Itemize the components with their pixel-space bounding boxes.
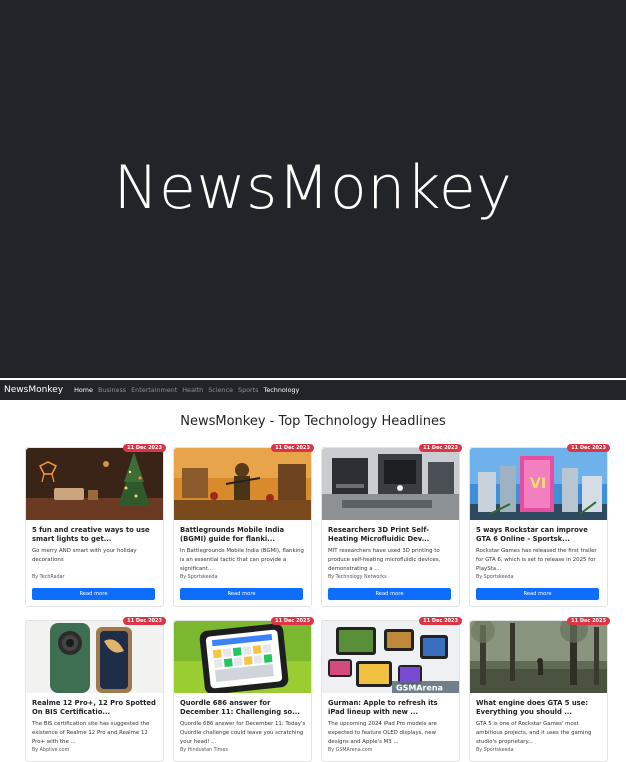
news-title: 5 fun and creative ways to use smart lig… bbox=[32, 526, 150, 543]
date-badge: 11 Dec 2023 bbox=[567, 444, 610, 452]
news-image[interactable] bbox=[322, 448, 459, 520]
hero-banner: NewsMonkey bbox=[0, 0, 626, 378]
news-source: By Technology Networks bbox=[328, 575, 387, 580]
news-card: 11 Dec 2023 Battlegrounds Mobile India (… bbox=[173, 444, 314, 607]
news-source: By Sportskeeda bbox=[476, 748, 514, 753]
nav-link-health[interactable]: Health bbox=[182, 386, 203, 394]
read-more-button[interactable]: Read more bbox=[328, 588, 451, 600]
news-title: What engine does GTA 5 use: Everything y… bbox=[476, 699, 589, 716]
read-more-button[interactable]: Read more bbox=[476, 588, 599, 600]
news-description: Quordle 686 answer for December 11: Toda… bbox=[180, 721, 306, 745]
date-badge: 11 Dec 2023 bbox=[271, 617, 314, 625]
date-badge: 11 Dec 2023 bbox=[123, 617, 166, 625]
nav-link-science[interactable]: Science bbox=[208, 386, 233, 394]
news-source: By Sportskeeda bbox=[180, 575, 218, 580]
read-more-button[interactable]: Read more bbox=[180, 588, 303, 600]
news-card: 11 Dec 2023 Researchers 3D Print Self-He… bbox=[321, 444, 462, 607]
date-badge: 11 Dec 2023 bbox=[419, 617, 462, 625]
news-description: The upcoming 2024 iPad Pro models are ex… bbox=[328, 721, 437, 745]
svg-text:VI: VI bbox=[530, 476, 546, 492]
read-more-button[interactable]: Read more bbox=[32, 588, 155, 600]
navbar-brand[interactable]: NewsMonkey bbox=[4, 385, 63, 395]
nav-link-sports[interactable]: Sports bbox=[238, 386, 259, 394]
news-description: MIT researchers have used 3D printing to… bbox=[328, 548, 441, 572]
news-image[interactable] bbox=[26, 448, 163, 520]
news-image[interactable] bbox=[174, 621, 311, 693]
news-image[interactable]: GSMArena bbox=[322, 621, 459, 693]
date-badge: 11 Dec 2023 bbox=[567, 617, 610, 625]
news-title: Realme 12 Pro+, 12 Pro Spotted On BIS Ce… bbox=[32, 699, 156, 716]
news-title: Researchers 3D Print Self-Heating Microf… bbox=[328, 526, 430, 543]
news-description: In Battlegrounds Mobile India (BGMI), fl… bbox=[180, 548, 304, 572]
news-card: 11 Dec 2023 Realme 12 Pro+, 12 Pro Spott… bbox=[25, 617, 166, 762]
news-image[interactable] bbox=[470, 621, 607, 693]
news-source: By TechRadar bbox=[32, 575, 65, 580]
hero-title: NewsMonkey bbox=[113, 153, 513, 223]
news-title: Gurman: Apple to refresh its iPad lineup… bbox=[328, 699, 438, 716]
news-card: 11 Dec 2023 What engine does GTA 5 use: … bbox=[469, 617, 610, 762]
news-image[interactable] bbox=[26, 621, 163, 693]
date-badge: 11 Dec 2023 bbox=[271, 444, 314, 452]
news-image[interactable]: VI bbox=[470, 448, 607, 520]
news-title: Battlegrounds Mobile India (BGMI) guide … bbox=[180, 526, 285, 543]
nav-link-technology[interactable]: Technology bbox=[264, 386, 300, 394]
news-description: GTA 5 is one of Rockstar Games' most amb… bbox=[476, 721, 592, 745]
news-card: 11 Dec 2023 Quordle 686 answer for Decem… bbox=[173, 617, 314, 762]
news-card: 11 Dec 2023 VI 5 ways Rockstar can impro… bbox=[469, 444, 610, 607]
news-source: By GSMArena.com bbox=[328, 748, 373, 753]
nav-link-entertainment[interactable]: Entertainment bbox=[131, 386, 177, 394]
date-badge: 11 Dec 2023 bbox=[123, 444, 166, 452]
gsmarena-watermark: GSMArena bbox=[396, 684, 443, 693]
news-description: Rockstar Games has released the first tr… bbox=[476, 548, 597, 572]
nav-link-home[interactable]: Home bbox=[74, 386, 93, 394]
date-badge: 11 Dec 2023 bbox=[419, 444, 462, 452]
news-source: By Sportskeeda bbox=[476, 575, 514, 580]
news-description: The BIS certification site has suggested… bbox=[32, 721, 150, 745]
news-image[interactable] bbox=[174, 448, 311, 520]
news-description: Go merry AND smart with your holiday dec… bbox=[32, 548, 137, 563]
news-card: 11 Dec 2023 5 fun and creative ways to u… bbox=[25, 444, 166, 607]
news-source: By Abplive.com bbox=[32, 748, 70, 753]
news-source: By Hindustan Times bbox=[180, 748, 228, 753]
navbar: NewsMonkey Home Business Entertainment H… bbox=[0, 380, 626, 400]
news-title: 5 ways Rockstar can improve GTA 6 Online… bbox=[476, 526, 588, 543]
news-card: 11 Dec 2023 GSMArena Gurman: Apple to re… bbox=[321, 617, 462, 762]
page-heading: NewsMonkey - Top Technology Headlines bbox=[180, 414, 446, 429]
news-title: Quordle 686 answer for December 11: Chal… bbox=[180, 699, 300, 716]
nav-link-business[interactable]: Business bbox=[98, 386, 126, 394]
